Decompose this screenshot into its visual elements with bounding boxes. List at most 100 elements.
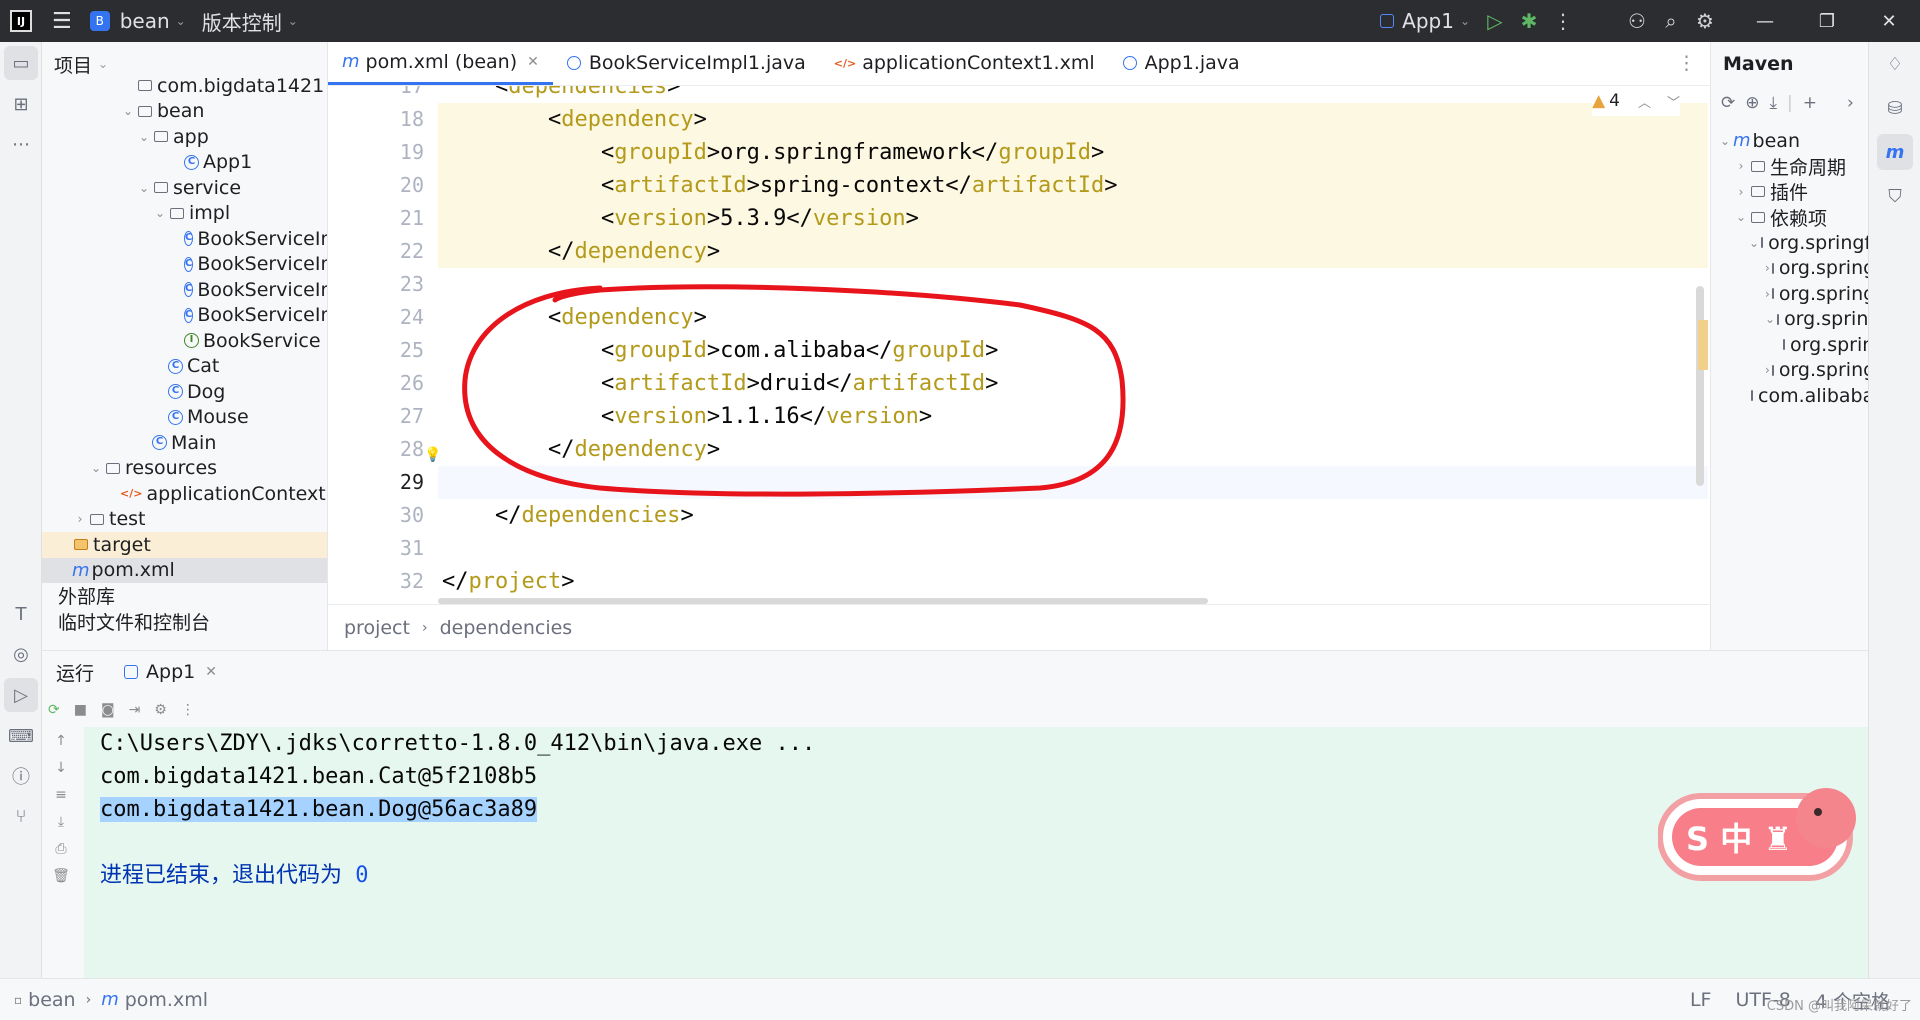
chevron-down-icon[interactable]: ⌄ xyxy=(1717,134,1733,148)
chevron-down-icon[interactable]: ⌄ xyxy=(1765,312,1775,326)
tabs-more-icon[interactable]: ⋮ xyxy=(1677,52,1696,74)
camera-icon[interactable]: ◙ xyxy=(101,702,115,718)
settings-icon[interactable]: ⚙ xyxy=(154,702,167,718)
minimize-button[interactable]: — xyxy=(1734,0,1796,42)
print-icon[interactable]: ⎙ xyxy=(42,835,80,862)
chevron-down-icon[interactable]: ⌄ xyxy=(136,130,152,144)
chevron-down-icon[interactable]: ⌄ xyxy=(136,181,152,195)
inspection-widget[interactable]: ▲ 4 ︿ ﹀ xyxy=(1592,86,1680,116)
status-project[interactable]: bean xyxy=(28,989,75,1011)
project-tree-item[interactable]: C Main xyxy=(42,430,327,456)
project-tree-item[interactable]: com.bigdata1421 xyxy=(42,73,327,99)
download-icon[interactable]: ⤓ xyxy=(1770,93,1778,113)
line-separator[interactable]: LF xyxy=(1690,989,1712,1011)
notifications-bell-icon[interactable]: ♢ xyxy=(1869,42,1920,86)
structure-icon[interactable]: ⊞ xyxy=(0,84,42,124)
project-tree-item[interactable]: CBookServiceImpl4 xyxy=(42,303,327,329)
editor-tab[interactable]: BookServiceImpl1.java xyxy=(553,41,820,85)
project-tree-item[interactable]: 临时文件和控制台 xyxy=(42,609,327,635)
chevron-down-icon[interactable]: ﹀ xyxy=(1667,92,1680,111)
search-icon[interactable]: ⌕ xyxy=(1654,0,1688,42)
project-tree-item[interactable]: CBookServiceImpl3 xyxy=(42,277,327,303)
editor-tab[interactable]: m pom.xml (bean) ✕ xyxy=(328,41,553,85)
project-tree-item[interactable]: CBookServiceImpl1 xyxy=(42,226,327,252)
code-lines[interactable]: <dependencies> <dependency> <groupId>org… xyxy=(438,86,1708,598)
services-icon[interactable]: ◎ xyxy=(0,634,42,674)
restore-layout-icon[interactable]: ⇥ xyxy=(129,702,141,718)
database-icon[interactable]: ⛁ xyxy=(1869,86,1920,130)
project-tree-item[interactable]: I BookService xyxy=(42,328,327,354)
run-tab-app1[interactable]: App1 ✕ xyxy=(124,661,217,683)
scroll-to-end-icon[interactable]: ⤓ xyxy=(42,808,80,835)
add-folder-icon[interactable]: ⊕ xyxy=(1745,93,1759,113)
run-tool-icon[interactable]: ▷ xyxy=(4,678,38,712)
project-tree-item[interactable]: ⌄ service xyxy=(42,175,327,201)
project-tree-item[interactable]: target xyxy=(42,532,327,558)
arrow-down-icon[interactable]: ↓ xyxy=(42,754,80,781)
project-switcher[interactable]: B bean ⌄ xyxy=(82,0,194,42)
chevron-up-icon[interactable]: ︿ xyxy=(1638,92,1651,111)
more-icon[interactable]: ⋮ xyxy=(1546,0,1580,42)
project-tree-item[interactable]: ⌄ resources xyxy=(42,456,327,482)
close-icon[interactable]: ✕ xyxy=(527,54,539,70)
project-tree-item[interactable]: C Mouse xyxy=(42,405,327,431)
chevron-down-icon[interactable]: ⌄ xyxy=(120,104,136,118)
project-tree-item[interactable]: 外部库 xyxy=(42,583,327,609)
project-tree-item[interactable]: ⌄ impl xyxy=(42,201,327,227)
project-tree-item[interactable]: </>applicationContext1.xml xyxy=(42,481,327,507)
project-tree-item[interactable]: C Cat xyxy=(42,354,327,380)
soft-wrap-icon[interactable]: ≡ xyxy=(42,781,80,808)
rerun-icon[interactable]: ⟳ xyxy=(48,702,60,718)
chevron-down-icon[interactable]: ⌄ xyxy=(1733,210,1749,224)
problems-icon[interactable]: ⓘ xyxy=(0,756,42,796)
project-tree-item[interactable]: C Dog xyxy=(42,379,327,405)
arrow-up-icon[interactable]: ↑ xyxy=(42,727,80,754)
close-icon[interactable]: ✕ xyxy=(205,664,217,680)
breadcrumb-item-project[interactable]: project xyxy=(344,617,410,639)
project-tree-item[interactable]: ⌄ bean xyxy=(42,99,327,125)
run-config-selector[interactable]: App1 ⌄ xyxy=(1372,0,1478,42)
chevron-right-icon[interactable]: › xyxy=(72,512,88,526)
status-file[interactable]: pom.xml xyxy=(125,989,208,1011)
code-with-me-icon[interactable]: ⚇ xyxy=(1620,0,1654,42)
chevron-right-icon[interactable]: › xyxy=(1733,159,1749,173)
more-icon[interactable]: ⋮ xyxy=(181,702,195,718)
chevron-down-icon[interactable]: ⌄ xyxy=(88,461,104,475)
restore-button[interactable]: ❐ xyxy=(1796,0,1858,42)
chevron-right-icon[interactable]: › xyxy=(1733,185,1749,199)
git-icon[interactable]: ⑂ xyxy=(0,796,42,836)
code-editor[interactable]: 17 18 19 20 21 22 23 24 25 26 27 28 💡 29 30 31 32 <depen… xyxy=(328,86,1710,604)
more-tools-icon[interactable]: ⋯ xyxy=(0,124,42,164)
vcs-menu[interactable]: 版本控制 ⌄ xyxy=(194,0,306,42)
run-icon[interactable]: ▷ xyxy=(1478,0,1512,42)
chevron-right-icon[interactable]: › xyxy=(1765,363,1770,377)
stop-icon[interactable]: ■ xyxy=(74,702,87,718)
chevron-right-icon[interactable]: › xyxy=(1765,287,1770,301)
project-folder-icon[interactable]: ▭ xyxy=(4,46,38,80)
plus-icon[interactable]: + xyxy=(1803,93,1817,113)
chevron-right-icon[interactable]: › xyxy=(1847,93,1854,113)
settings-gear-icon[interactable]: ⚙ xyxy=(1688,0,1722,42)
reload-icon[interactable]: ⟳ xyxy=(1721,93,1735,113)
build-icon[interactable]: T xyxy=(0,594,42,634)
project-tree-item[interactable]: CBookServiceImpl2 xyxy=(42,252,327,278)
main-menu-button[interactable]: ☰ xyxy=(42,0,82,42)
terminal-icon[interactable]: ⌨ xyxy=(0,716,42,756)
editor-tab[interactable]: </> applicationContext1.xml xyxy=(820,41,1109,85)
chevron-down-icon[interactable]: ⌄ xyxy=(152,206,168,220)
project-tree-item[interactable]: C App1 xyxy=(42,150,327,176)
console-output[interactable]: C:\Users\ZDY\.jdks\corretto-1.8.0_412\bi… xyxy=(84,727,1868,979)
editor-tab[interactable]: App1.java xyxy=(1109,41,1254,85)
security-shield-icon[interactable]: ⛉ xyxy=(1869,174,1920,218)
project-tree-item[interactable]: ⌄ app xyxy=(42,124,327,150)
close-window-button[interactable]: ✕ xyxy=(1858,0,1920,42)
project-tree-item[interactable]: m pom.xml xyxy=(42,557,327,583)
project-tree-item[interactable]: › test xyxy=(42,507,327,533)
chevron-right-icon[interactable]: › xyxy=(1765,261,1770,275)
debug-icon[interactable]: ✱ xyxy=(1512,0,1546,42)
vertical-scrollbar[interactable] xyxy=(1696,286,1704,486)
maven-m-icon[interactable]: m xyxy=(1877,134,1913,170)
breadcrumb-item-dependencies[interactable]: dependencies xyxy=(440,617,573,639)
trash-icon[interactable]: 🗑 xyxy=(42,862,80,889)
chevron-down-icon[interactable]: ⌄ xyxy=(1749,236,1759,250)
